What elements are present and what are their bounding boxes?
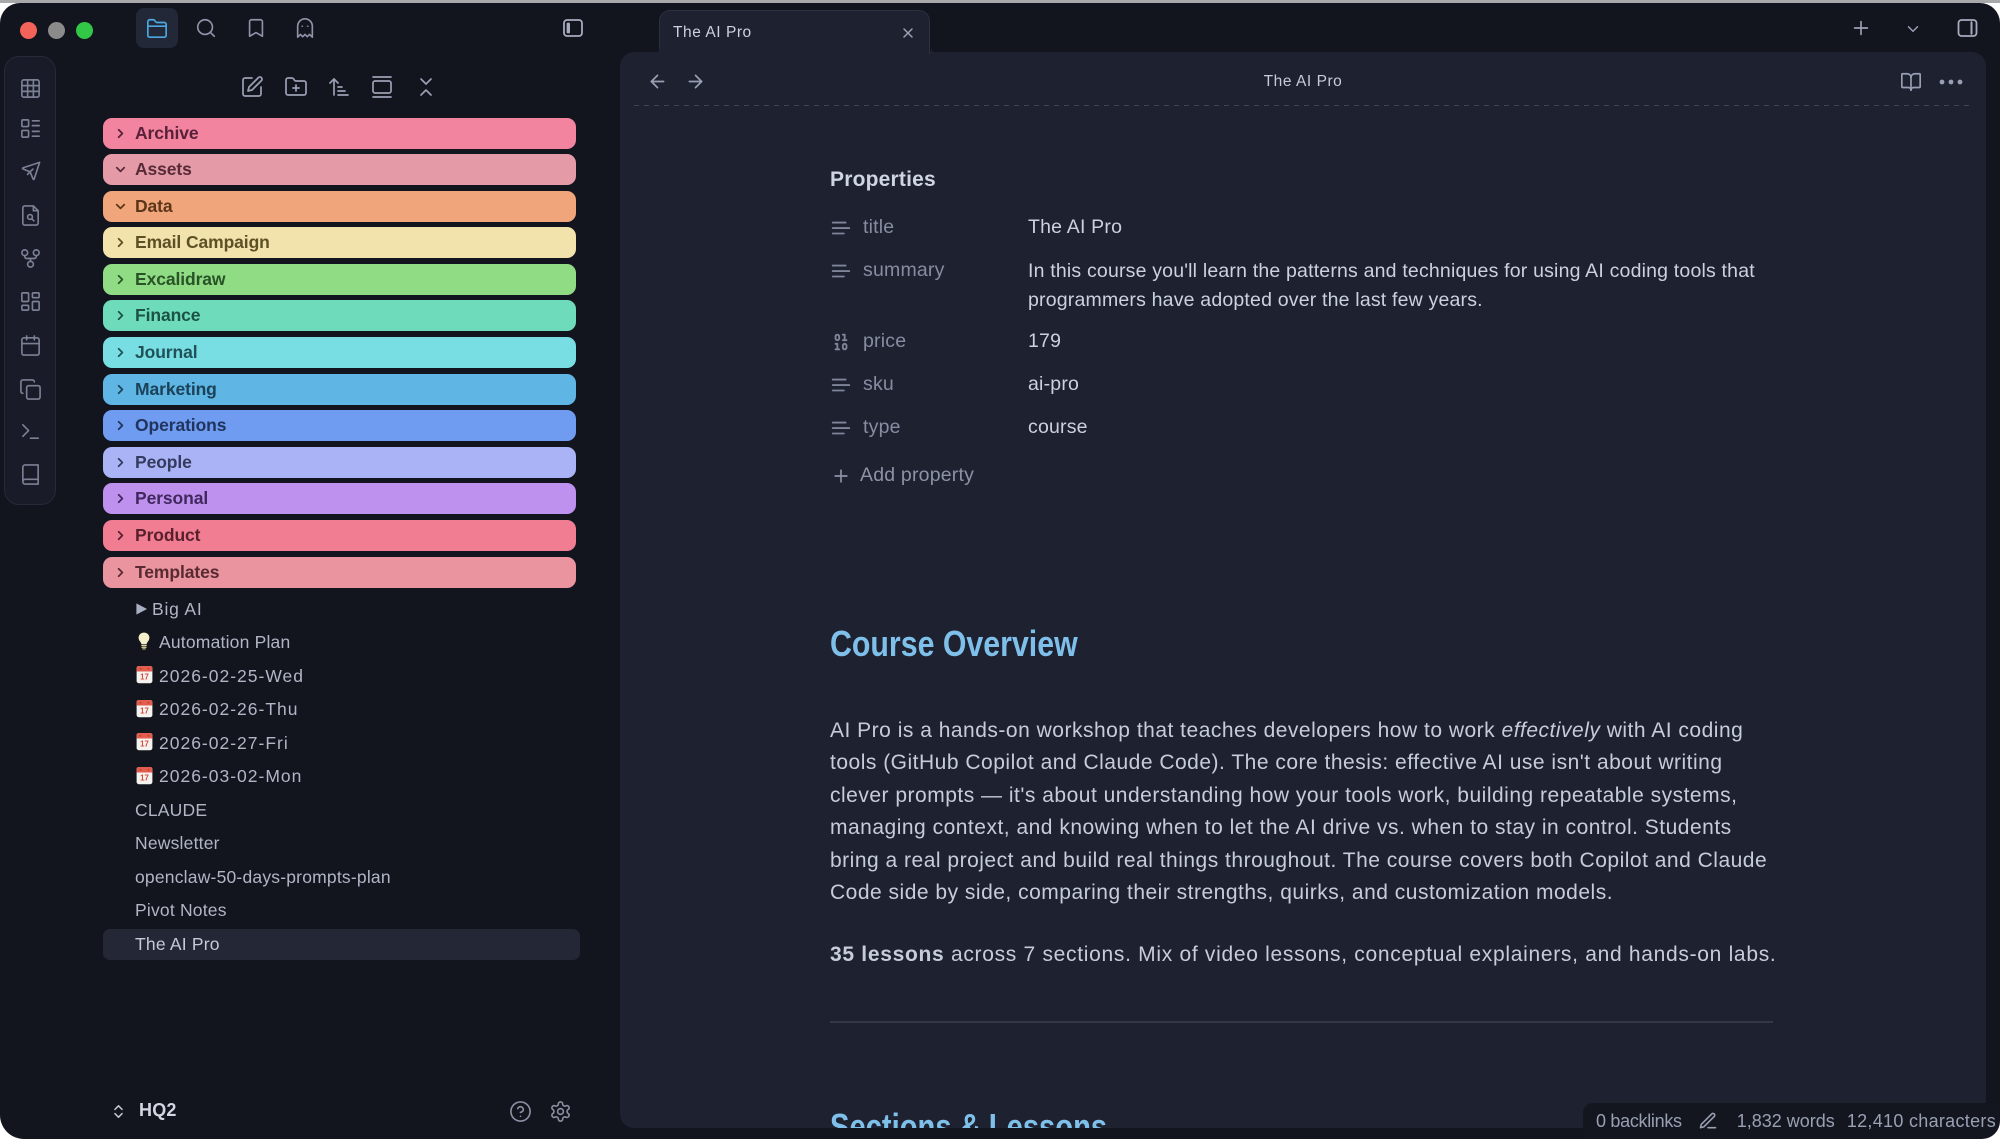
svg-text:17: 17 — [140, 740, 149, 749]
svg-text:17: 17 — [140, 773, 149, 782]
svg-text:17: 17 — [140, 706, 149, 715]
svg-text:17: 17 — [140, 673, 149, 682]
